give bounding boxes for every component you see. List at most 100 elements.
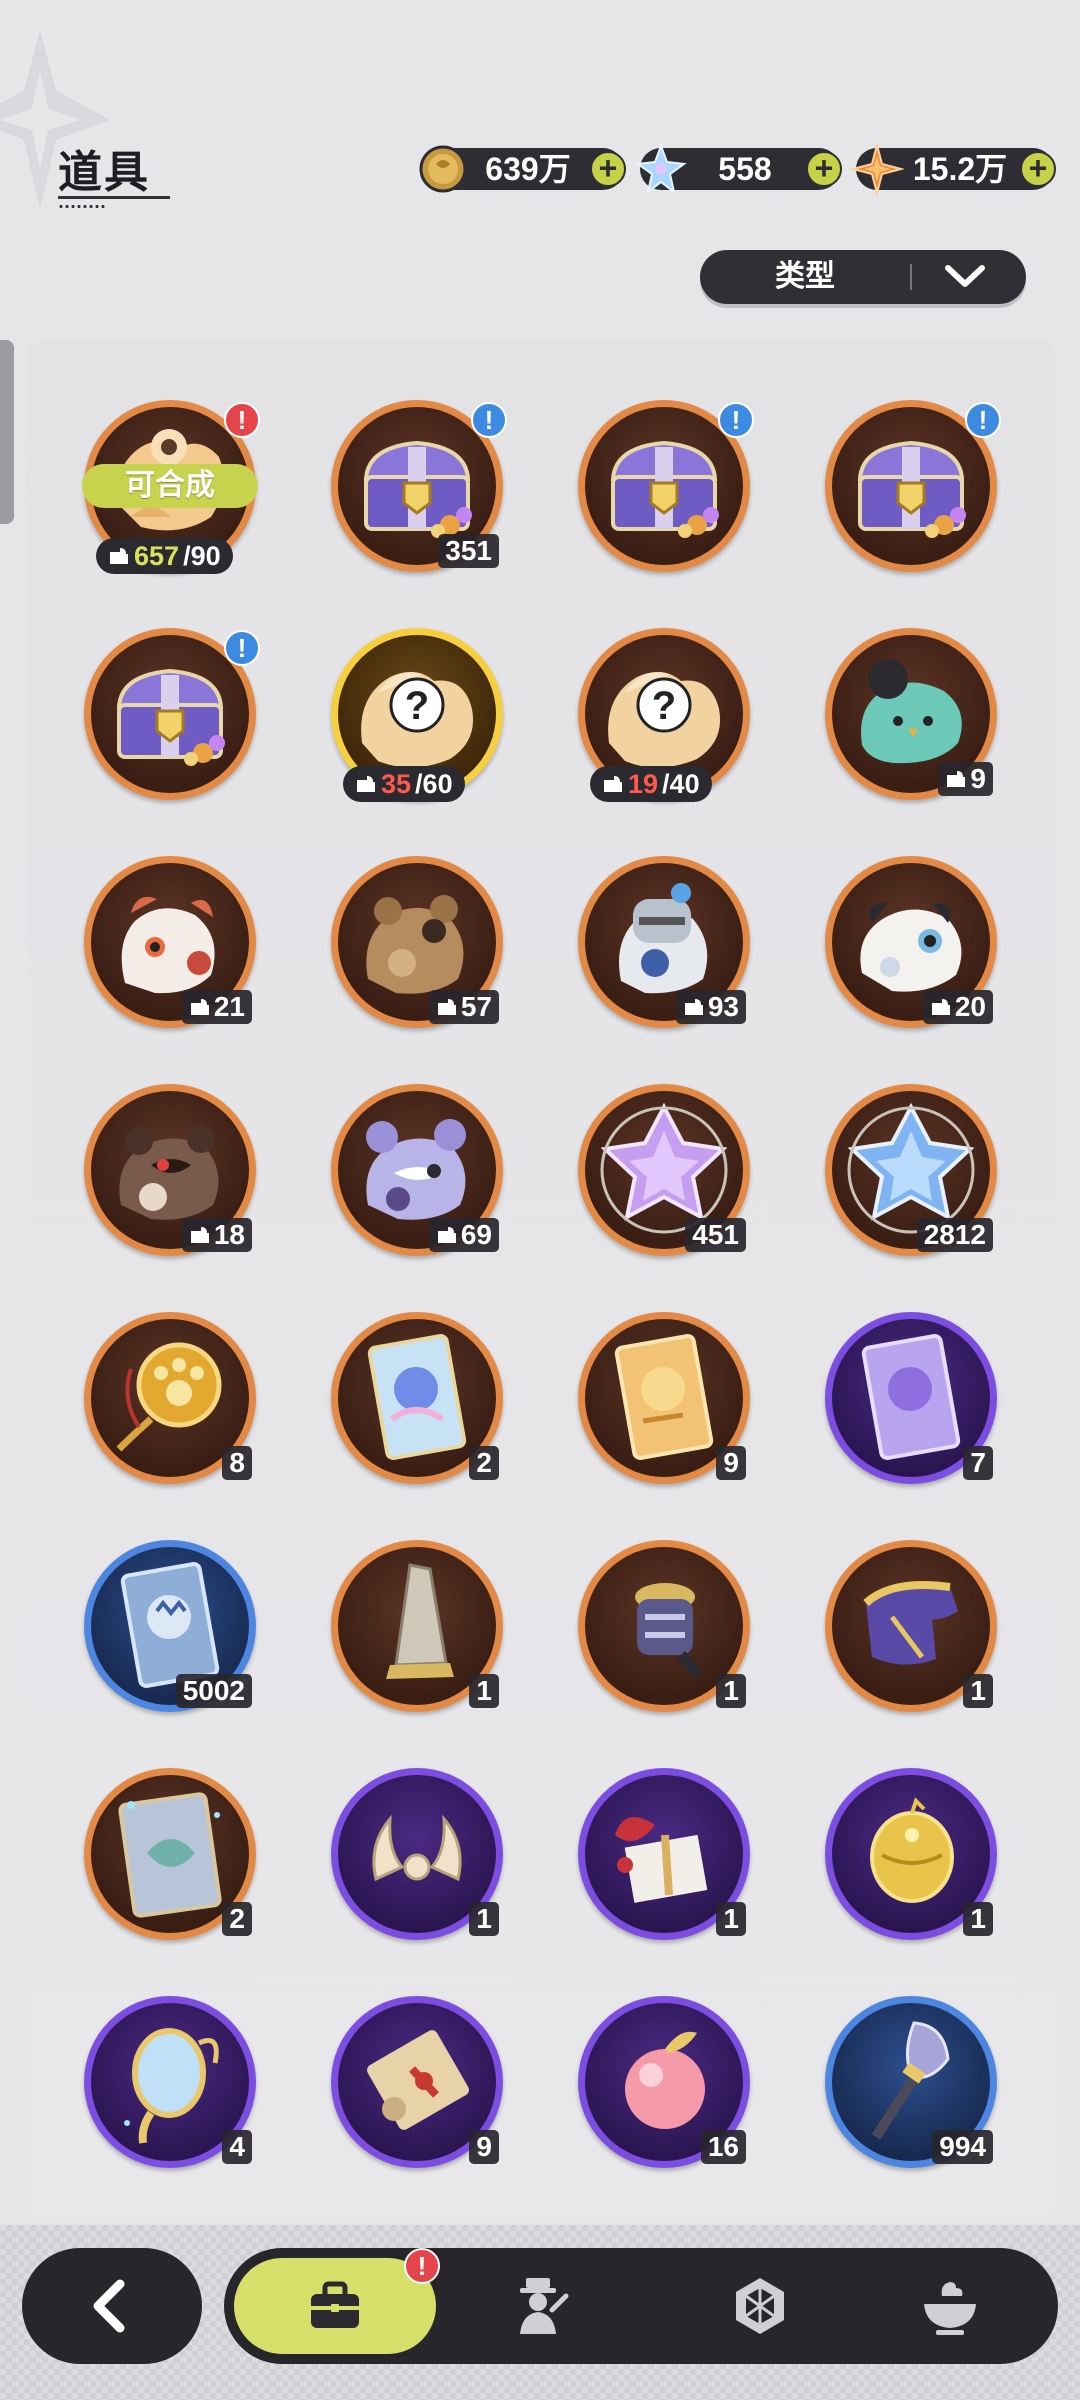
fragment-icon bbox=[931, 999, 950, 1015]
add-crystal-button[interactable]: + bbox=[806, 151, 842, 187]
progress-total: /60 bbox=[415, 769, 453, 799]
progress-total: /40 bbox=[662, 769, 700, 799]
fragment-icon bbox=[684, 999, 703, 1015]
item-count: 1 bbox=[716, 1674, 746, 1708]
inventory-item[interactable]: 1 bbox=[331, 1768, 503, 1940]
inventory-item[interactable]: 2 bbox=[331, 1312, 503, 1484]
tab-food[interactable] bbox=[890, 2248, 1010, 2364]
count-value: 16 bbox=[707, 2131, 739, 2162]
inventory-item[interactable]: 1 bbox=[578, 1768, 750, 1940]
item-count: 69 bbox=[428, 1218, 499, 1252]
inventory-item[interactable]: ! bbox=[825, 400, 1001, 572]
hexagon-gem-icon bbox=[736, 2278, 784, 2334]
combinable-badge: 可合成 bbox=[82, 464, 258, 508]
inventory-item[interactable]: 93 bbox=[578, 856, 750, 1028]
fragment-icon bbox=[947, 771, 966, 787]
add-star-shard-button[interactable]: + bbox=[1020, 151, 1056, 187]
item-count: 9 bbox=[938, 762, 993, 796]
inventory-item[interactable]: 1 bbox=[331, 1540, 503, 1712]
inventory-item[interactable]: ! bbox=[84, 628, 260, 800]
count-value: 20 bbox=[954, 991, 986, 1022]
filter-label: 类型 bbox=[775, 260, 835, 293]
back-arrow-icon bbox=[93, 2279, 125, 2333]
inventory-item[interactable]: 18 bbox=[84, 1084, 256, 1256]
item-count: 16 bbox=[700, 2130, 746, 2164]
treasure-chest-icon bbox=[116, 668, 225, 766]
tab-gems[interactable] bbox=[700, 2248, 820, 2364]
fragment-icon bbox=[190, 1227, 209, 1243]
treasure-chest-icon bbox=[857, 440, 966, 538]
svg-text:?: ? bbox=[652, 684, 676, 728]
currency-star-shard[interactable]: 15.2万 + bbox=[850, 142, 1056, 196]
item-count: 9 bbox=[716, 1446, 746, 1480]
fragment-icon bbox=[357, 776, 375, 792]
item-count: 18 bbox=[181, 1218, 252, 1252]
back-button[interactable] bbox=[22, 2248, 202, 2364]
title-dots bbox=[58, 205, 106, 208]
count-value: 4 bbox=[229, 2131, 245, 2162]
item-count: 1 bbox=[469, 1674, 499, 1708]
inventory-item[interactable]: 1 bbox=[578, 1540, 750, 1712]
count-value: 2 bbox=[229, 1903, 245, 1934]
inventory-item[interactable]: 2812 bbox=[825, 1084, 997, 1256]
character-icon bbox=[520, 2278, 569, 2334]
chevron-down-icon bbox=[945, 265, 985, 287]
count-value: 9 bbox=[723, 1447, 739, 1478]
inventory-item[interactable]: 351! bbox=[331, 400, 507, 572]
inventory-item[interactable]: 9 bbox=[825, 628, 997, 800]
inventory-item[interactable]: ? 19/40 bbox=[578, 628, 750, 802]
inventory-item[interactable]: 2 bbox=[84, 1768, 256, 1940]
item-count: 4 bbox=[222, 2130, 252, 2164]
count-value: 5002 bbox=[182, 1675, 245, 1706]
type-filter-dropdown[interactable]: 类型 bbox=[700, 250, 1026, 304]
item-count: 8 bbox=[222, 1446, 252, 1480]
title-underline bbox=[58, 196, 170, 199]
item-count: 1 bbox=[716, 1902, 746, 1936]
inventory-item[interactable]: 5002 bbox=[84, 1540, 256, 1712]
fragment-icon bbox=[604, 776, 622, 792]
add-gold-button[interactable]: + bbox=[590, 151, 626, 187]
count-value: 69 bbox=[460, 1219, 492, 1250]
inventory-item[interactable]: ! bbox=[578, 400, 754, 572]
inventory-item[interactable]: 1 bbox=[825, 1768, 997, 1940]
inventory-item[interactable]: 16 bbox=[578, 1996, 750, 2168]
item-count: 5002 bbox=[175, 1674, 252, 1708]
item-count: 1 bbox=[963, 1674, 993, 1708]
count-value: 1 bbox=[970, 1675, 986, 1706]
inventory-item[interactable]: 9 bbox=[331, 1996, 503, 2168]
count-value: 2812 bbox=[923, 1219, 986, 1250]
count-value: 21 bbox=[213, 991, 245, 1022]
inventory-item[interactable]: 57 bbox=[331, 856, 503, 1028]
crystal-icon bbox=[635, 143, 687, 195]
currency-gold[interactable]: 639万 + bbox=[419, 145, 626, 193]
inventory-item[interactable]: 8 bbox=[84, 1312, 256, 1484]
bag-icon bbox=[311, 2281, 359, 2328]
inventory-item[interactable]: 可合成 657/90! bbox=[82, 400, 260, 574]
item-count: 7 bbox=[963, 1446, 993, 1480]
count-value: 451 bbox=[692, 1219, 739, 1250]
header: 道具 639万 + 558 + 15.2万 + 类型 bbox=[0, 0, 1080, 340]
inventory-item[interactable]: 9 bbox=[578, 1312, 750, 1484]
inventory-item[interactable]: 4 bbox=[84, 1996, 256, 2168]
currency-crystal[interactable]: 558 + bbox=[635, 143, 842, 195]
item-count: 2 bbox=[222, 1902, 252, 1936]
food-bowl-icon bbox=[924, 2282, 976, 2335]
crystal-value: 558 bbox=[718, 151, 772, 187]
page-title: 道具 bbox=[58, 148, 150, 197]
side-scroll-handle[interactable] bbox=[0, 340, 14, 524]
item-count: 2812 bbox=[916, 1218, 993, 1252]
inventory-item[interactable]: 20 bbox=[825, 856, 997, 1028]
inventory-item[interactable]: 451 bbox=[578, 1084, 750, 1256]
progress-current: 35 bbox=[381, 769, 412, 799]
fragment-icon bbox=[190, 999, 209, 1015]
star-shard-icon bbox=[850, 142, 904, 196]
alert-badge: ! bbox=[965, 402, 1001, 438]
inventory-item[interactable]: 7 bbox=[825, 1312, 997, 1484]
tab-character[interactable] bbox=[480, 2248, 600, 2364]
inventory-item[interactable]: 21 bbox=[84, 856, 256, 1028]
inventory-item[interactable]: 1 bbox=[825, 1540, 997, 1712]
inventory-item[interactable]: 994 bbox=[825, 1996, 997, 2168]
count-value: 1 bbox=[476, 1903, 492, 1934]
inventory-item[interactable]: 69 bbox=[331, 1084, 503, 1256]
inventory-item[interactable]: ? 35/60 bbox=[331, 628, 503, 802]
